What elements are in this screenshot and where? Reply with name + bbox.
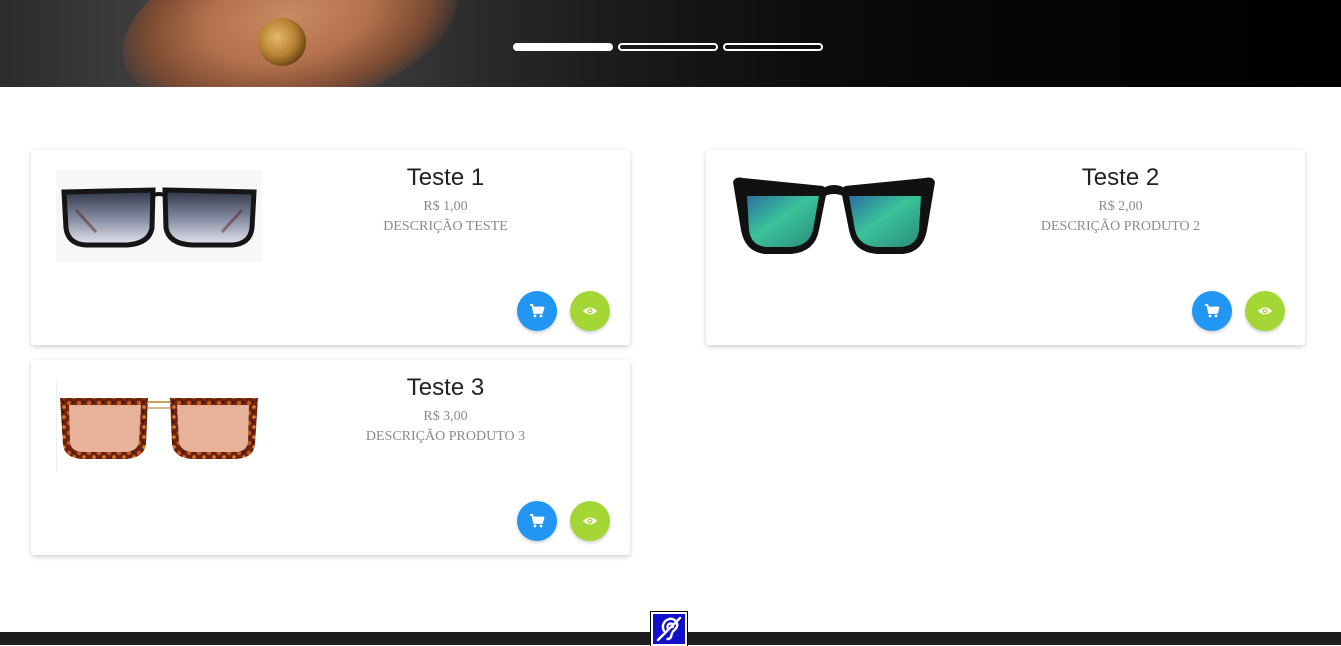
product-info: Teste 2 R$ 2,00 DESCRIÇÃO PRODUTO 2 [968,163,1273,237]
carousel-indicator-1[interactable] [513,43,613,51]
eye-icon [1258,307,1272,315]
sunglasses-green-mirror-image [733,177,935,254]
carousel-indicators [513,43,823,51]
hearing-assistance-icon [656,616,682,642]
view-product-button[interactable] [570,501,610,541]
product-image [56,170,262,262]
add-to-cart-button[interactable] [517,501,557,541]
product-description: DESCRIÇÃO PRODUTO 3 [365,429,526,444]
view-product-button[interactable] [570,291,610,331]
carousel-indicator-2[interactable] [618,43,718,51]
product-title[interactable]: Teste 3 [293,373,598,403]
sunglasses-tortoise-image [56,380,258,472]
product-title[interactable]: Teste 2 [968,163,1273,193]
hero-image-ring [258,18,306,66]
view-product-button[interactable] [1245,291,1285,331]
product-info: Teste 3 R$ 3,00 DESCRIÇÃO PRODUTO 3 [293,373,598,447]
product-card: Teste 1 R$ 1,00 DESCRIÇÃO TESTE [31,150,630,345]
carousel-indicator-3[interactable] [723,43,823,51]
product-price: R$ 1,00 [423,199,468,214]
eye-icon [583,307,597,315]
eye-icon [583,517,597,525]
product-description: DESCRIÇÃO TESTE [383,219,508,234]
product-description: DESCRIÇÃO PRODUTO 2 [1040,219,1201,234]
hero-carousel [0,0,1341,87]
product-card: Teste 3 R$ 3,00 DESCRIÇÃO PRODUTO 3 [31,360,630,555]
product-card: Teste 2 R$ 2,00 DESCRIÇÃO PRODUTO 2 [706,150,1305,345]
shopping-cart-icon [1205,304,1220,318]
product-image [731,170,937,262]
product-price: R$ 2,00 [1098,199,1143,214]
add-to-cart-button[interactable] [517,291,557,331]
shopping-cart-icon [530,514,545,528]
product-image [56,380,262,472]
accessibility-button[interactable] [650,611,688,646]
product-title[interactable]: Teste 1 [293,163,598,193]
add-to-cart-button[interactable] [1192,291,1232,331]
shopping-cart-icon [530,304,545,318]
product-info: Teste 1 R$ 1,00 DESCRIÇÃO TESTE [293,163,598,237]
sunglasses-black-gradient-image [56,170,262,262]
product-price: R$ 3,00 [423,409,468,424]
